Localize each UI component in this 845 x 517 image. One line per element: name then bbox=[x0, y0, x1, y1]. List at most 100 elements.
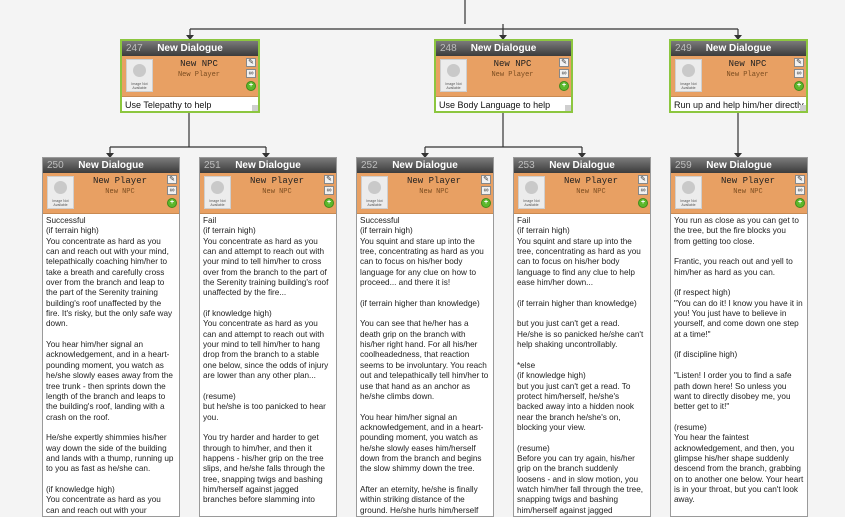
avatar: Image Not Available bbox=[440, 59, 467, 92]
avatar: Image Not Available bbox=[47, 176, 74, 209]
avatar: Image Not Available bbox=[361, 176, 388, 209]
choice-text[interactable]: Use Telepathy to help bbox=[122, 97, 258, 113]
dialogue-node-250[interactable]: 250 New Dialogue Image Not Available New … bbox=[42, 157, 180, 517]
dialogue-node-251[interactable]: 251 New Dialogue Image Not Available New … bbox=[199, 157, 337, 517]
listener-name: New NPC bbox=[733, 188, 763, 196]
avatar-caption: Image Not Available bbox=[680, 199, 697, 207]
listener-name: New NPC bbox=[576, 188, 606, 196]
link-icon[interactable]: ∞ bbox=[638, 186, 648, 195]
node-header[interactable]: 248 New Dialogue bbox=[436, 41, 571, 56]
listener-name: New NPC bbox=[262, 188, 292, 196]
listener-name: New Player bbox=[726, 71, 769, 79]
speaker-name: New NPC bbox=[180, 59, 218, 69]
speaker-name: New NPC bbox=[728, 59, 767, 69]
avatar: Image Not Available bbox=[518, 176, 545, 209]
link-icon[interactable]: ∞ bbox=[167, 186, 177, 195]
node-header[interactable]: 251 New Dialogue bbox=[200, 158, 336, 173]
speaker-name: New NPC bbox=[493, 59, 532, 69]
dialogue-node-253[interactable]: 253 New Dialogue Image Not Available New … bbox=[513, 157, 651, 517]
add-icon[interactable]: + bbox=[794, 81, 804, 91]
listener-name: New Player bbox=[177, 71, 220, 79]
node-header[interactable]: 247 New Dialogue bbox=[122, 41, 258, 56]
node-title: New Dialogue bbox=[235, 160, 301, 171]
pencil-icon[interactable]: ✎ bbox=[795, 175, 805, 184]
link-icon[interactable]: ∞ bbox=[324, 186, 334, 195]
node-header[interactable]: 249 New Dialogue bbox=[671, 41, 806, 56]
pencil-icon[interactable]: ✎ bbox=[638, 175, 648, 184]
choice-text[interactable]: Use Body Language to help bbox=[436, 97, 571, 113]
node-header[interactable]: 252 New Dialogue bbox=[357, 158, 493, 173]
node-title: New Dialogue bbox=[78, 160, 144, 171]
link-icon[interactable]: ∞ bbox=[795, 186, 805, 195]
avatar: Image Not Available bbox=[204, 176, 231, 209]
link-icon[interactable]: ∞ bbox=[481, 186, 491, 195]
node-header[interactable]: 253 New Dialogue bbox=[514, 158, 650, 173]
dialogue-text[interactable]: Successful (if terrain high) You squint … bbox=[357, 214, 493, 516]
node-portrait-area: Image Not Available New Player New NPC ✎… bbox=[43, 173, 179, 214]
node-id: 253 bbox=[518, 160, 535, 171]
node-id: 250 bbox=[47, 160, 64, 171]
node-title: New Dialogue bbox=[470, 43, 537, 54]
link-icon[interactable]: ∞ bbox=[246, 69, 256, 78]
add-icon[interactable]: + bbox=[167, 198, 177, 208]
speaker-name: New Player bbox=[563, 176, 618, 186]
choice-text[interactable]: Run up and help him/her directly bbox=[671, 97, 806, 113]
node-portrait-area: Image Not Available New Player New NPC ✎… bbox=[671, 173, 807, 214]
add-icon[interactable]: + bbox=[559, 81, 569, 91]
speaker-name: New Player bbox=[720, 176, 775, 186]
node-id: 247 bbox=[126, 43, 143, 54]
node-title: New Dialogue bbox=[706, 160, 772, 171]
avatar-caption: Image Not Available bbox=[131, 82, 148, 90]
node-id: 252 bbox=[361, 160, 378, 171]
node-id: 251 bbox=[204, 160, 221, 171]
node-header[interactable]: 250 New Dialogue bbox=[43, 158, 179, 173]
node-header[interactable]: 259 New Dialogue bbox=[671, 158, 807, 173]
add-icon[interactable]: + bbox=[481, 198, 491, 208]
avatar-caption: Image Not Available bbox=[523, 199, 540, 207]
pencil-icon[interactable]: ✎ bbox=[167, 175, 177, 184]
resize-handle[interactable] bbox=[252, 105, 258, 111]
avatar-caption: Image Not Available bbox=[52, 199, 69, 207]
node-portrait-area: Image Not Available New NPC New Player ✎… bbox=[436, 56, 571, 97]
dialogue-text[interactable]: Successful (if terrain high) You concent… bbox=[43, 214, 179, 516]
pencil-icon[interactable]: ✎ bbox=[246, 58, 256, 67]
node-id: 259 bbox=[675, 160, 692, 171]
pencil-icon[interactable]: ✎ bbox=[481, 175, 491, 184]
add-icon[interactable]: + bbox=[795, 198, 805, 208]
dialogue-text[interactable]: Fail (if terrain high) You squint and st… bbox=[514, 214, 650, 516]
link-icon[interactable]: ∞ bbox=[559, 69, 569, 78]
avatar: Image Not Available bbox=[675, 176, 702, 209]
dialogue-node-259[interactable]: 259 New Dialogue Image Not Available New … bbox=[670, 157, 808, 517]
node-title: New Dialogue bbox=[157, 43, 223, 54]
dialogue-node-247[interactable]: 247 New Dialogue Image Not Available New … bbox=[120, 39, 260, 113]
speaker-name: New Player bbox=[249, 176, 304, 186]
pencil-icon[interactable]: ✎ bbox=[559, 58, 569, 67]
listener-name: New Player bbox=[491, 71, 534, 79]
speaker-name: New Player bbox=[92, 176, 147, 186]
speaker-name: New Player bbox=[406, 176, 461, 186]
avatar: Image Not Available bbox=[126, 59, 153, 92]
listener-name: New NPC bbox=[105, 188, 135, 196]
add-icon[interactable]: + bbox=[638, 198, 648, 208]
node-id: 249 bbox=[675, 43, 692, 54]
node-id: 248 bbox=[440, 43, 457, 54]
resize-handle[interactable] bbox=[565, 105, 571, 111]
node-portrait-area: Image Not Available New Player New NPC ✎… bbox=[514, 173, 650, 214]
node-portrait-area: Image Not Available New NPC New Player ✎… bbox=[671, 56, 806, 97]
add-icon[interactable]: + bbox=[324, 198, 334, 208]
link-icon[interactable]: ∞ bbox=[794, 69, 804, 78]
dialogue-node-249[interactable]: 249 New Dialogue Image Not Available New … bbox=[669, 39, 808, 113]
avatar-caption: Image Not Available bbox=[366, 199, 383, 207]
pencil-icon[interactable]: ✎ bbox=[794, 58, 804, 67]
dialogue-text[interactable]: Fail (if terrain high) You concentrate a… bbox=[200, 214, 336, 506]
node-title: New Dialogue bbox=[705, 43, 772, 54]
node-portrait-area: Image Not Available New Player New NPC ✎… bbox=[357, 173, 493, 214]
pencil-icon[interactable]: ✎ bbox=[324, 175, 334, 184]
resize-handle[interactable] bbox=[800, 105, 806, 111]
dialogue-node-248[interactable]: 248 New Dialogue Image Not Available New … bbox=[434, 39, 573, 113]
avatar-caption: Image Not Available bbox=[209, 199, 226, 207]
add-icon[interactable]: + bbox=[246, 81, 256, 91]
avatar-caption: Image Not Available bbox=[445, 82, 462, 90]
dialogue-node-252[interactable]: 252 New Dialogue Image Not Available New … bbox=[356, 157, 494, 517]
dialogue-text[interactable]: You run as close as you can get to the t… bbox=[671, 214, 807, 506]
